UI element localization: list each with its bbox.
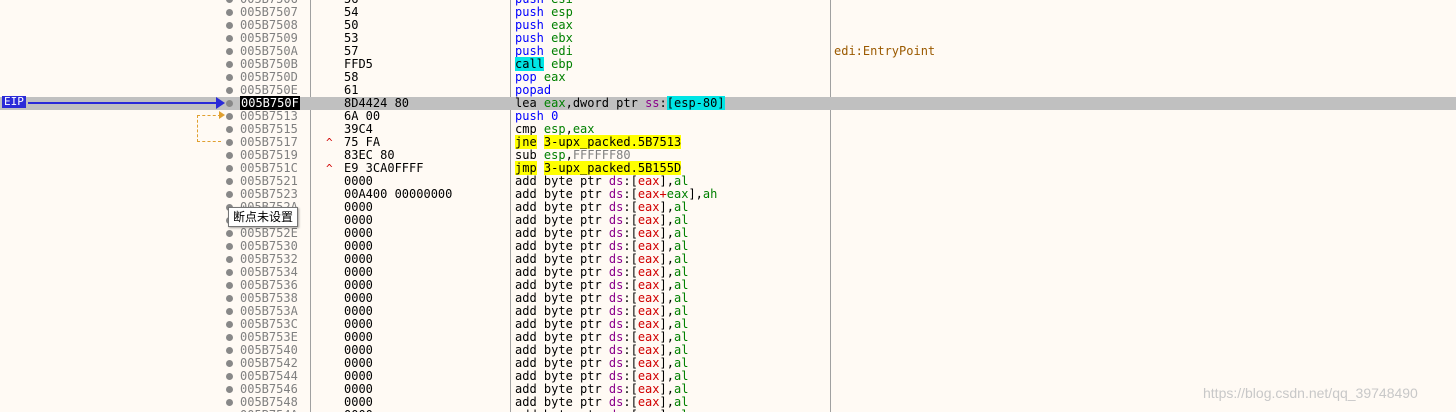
disasm-row[interactable]: 005B7519 83EC 80 sub esp,FFFFFF80 <box>0 149 1456 162</box>
disasm-row[interactable]: 005B753E 0000 add byte ptr ds:[eax],al <box>0 331 1456 344</box>
breakpoint-dot-icon[interactable] <box>226 0 233 3</box>
watermark: https://blog.csdn.net/qq_39748490 <box>1203 385 1418 401</box>
jump-arrow-line <box>197 141 221 142</box>
breakpoint-dot-icon[interactable] <box>226 48 233 55</box>
jump-arrow-icon <box>219 111 225 119</box>
disasm-row[interactable]: 005B7532 0000 add byte ptr ds:[eax],al <box>0 253 1456 266</box>
breakpoint-dot-icon[interactable] <box>226 152 233 159</box>
comment-cell: edi:EntryPoint <box>834 44 936 58</box>
disasm-row[interactable]: 005B7534 0000 add byte ptr ds:[eax],al <box>0 266 1456 279</box>
breakpoint-dot-icon[interactable] <box>226 61 233 68</box>
breakpoint-dot-icon[interactable] <box>226 243 233 250</box>
breakpoint-dot-icon[interactable] <box>226 165 233 172</box>
breakpoint-dot-icon[interactable] <box>226 269 233 276</box>
disasm-row[interactable]: 005B752E 0000 add byte ptr ds:[eax],al <box>0 227 1456 240</box>
breakpoint-dot-icon[interactable] <box>226 100 233 107</box>
breakpoint-dot-icon[interactable] <box>226 360 233 367</box>
disasm-row[interactable]: 005B750A 57 push edi edi:EntryPoint <box>0 45 1456 58</box>
disasm-row[interactable]: 005B750D 58 pop eax <box>0 71 1456 84</box>
disasm-row[interactable]: 005B7517 ^ 75 FA jne 3-upx_packed.5B7513 <box>0 135 1456 149</box>
disasm-row[interactable]: 005B753A 0000 add byte ptr ds:[eax],al <box>0 305 1456 318</box>
breakpoint-dot-icon[interactable] <box>226 230 233 237</box>
disasm-row[interactable]: 005B7536 0000 add byte ptr ds:[eax],al <box>0 279 1456 292</box>
disassembly-view[interactable]: 005B750656push esi005B750754push esp005B… <box>0 0 1456 412</box>
breakpoint-dot-icon[interactable] <box>226 113 233 120</box>
disasm-row[interactable]: 005B7509 53 push ebx <box>0 32 1456 45</box>
breakpoint-dot-icon[interactable] <box>226 35 233 42</box>
breakpoint-dot-icon[interactable] <box>226 373 233 380</box>
breakpoint-dot-icon[interactable] <box>226 74 233 81</box>
breakpoint-dot-icon[interactable] <box>226 126 233 133</box>
disasm-row[interactable]: 005B7523 00A400 00000000 add byte ptr ds:[… <box>0 188 1456 201</box>
breakpoint-dot-icon[interactable] <box>226 191 233 198</box>
disasm-row[interactable]: 005B750B FFD5 call ebp <box>0 57 1456 71</box>
disasm-row[interactable]: 005B7521 0000 add byte ptr ds:[eax],al <box>0 175 1456 188</box>
disasm-row[interactable]: 005B7540 0000 add byte ptr ds:[eax],al <box>0 344 1456 357</box>
disasm-row[interactable]: 005B7530 0000 add byte ptr ds:[eax],al <box>0 240 1456 253</box>
disasm-row[interactable]: 005B7507 54 push esp <box>0 6 1456 19</box>
eip-label: EIP <box>2 95 26 108</box>
disasm-row[interactable]: 005B7515 39C4 cmp esp,eax <box>0 123 1456 136</box>
jump-up-icon: ^ <box>326 136 333 149</box>
jump-arrow-line <box>197 115 198 142</box>
breakpoint-dot-icon[interactable] <box>226 256 233 263</box>
breakpoint-dot-icon[interactable] <box>226 295 233 302</box>
breakpoint-dot-icon[interactable] <box>226 139 233 146</box>
breakpoint-dot-icon[interactable] <box>226 347 233 354</box>
breakpoint-dot-icon[interactable] <box>226 334 233 341</box>
breakpoint-dot-icon[interactable] <box>226 282 233 289</box>
disasm-row[interactable]: 005B753C 0000 add byte ptr ds:[eax],al <box>0 318 1456 331</box>
disasm-row[interactable]: 005B750E 61 popad <box>0 84 1456 97</box>
breakpoint-dot-icon[interactable] <box>226 386 233 393</box>
eip-arrow-icon <box>216 97 225 109</box>
disasm-row[interactable]: 005B751C ^ E9 3CA0FFFF jmp 3-upx_packed.5B1… <box>0 161 1456 175</box>
breakpoint-dot-icon[interactable] <box>226 321 233 328</box>
disasm-row[interactable]: 005B752C0000add byte ptr ds:[eax],al <box>0 214 1456 227</box>
breakpoint-dot-icon[interactable] <box>226 178 233 185</box>
jump-arrow-line <box>197 115 221 116</box>
disasm-row[interactable]: 005B752A0000add byte ptr ds:[eax],al <box>0 201 1456 214</box>
breakpoint-dot-icon[interactable] <box>226 9 233 16</box>
disasm-row[interactable]: 005B7538 0000 add byte ptr ds:[eax],al <box>0 292 1456 305</box>
disasm-row[interactable]: 005B7508 50 push eax <box>0 19 1456 32</box>
breakpoint-dot-icon[interactable] <box>226 87 233 94</box>
eip-arrow-line <box>28 102 218 104</box>
jump-up-icon: ^ <box>326 162 333 175</box>
breakpoint-dot-icon[interactable] <box>226 308 233 315</box>
breakpoint-dot-icon[interactable] <box>226 22 233 29</box>
breakpoint-tooltip: 断点未设置 <box>228 207 299 227</box>
breakpoint-dot-icon[interactable] <box>226 399 233 406</box>
disasm-row[interactable]: 005B7542 0000 add byte ptr ds:[eax],al <box>0 357 1456 370</box>
disasm-row[interactable]: 005B7544 0000 add byte ptr ds:[eax],al <box>0 370 1456 383</box>
